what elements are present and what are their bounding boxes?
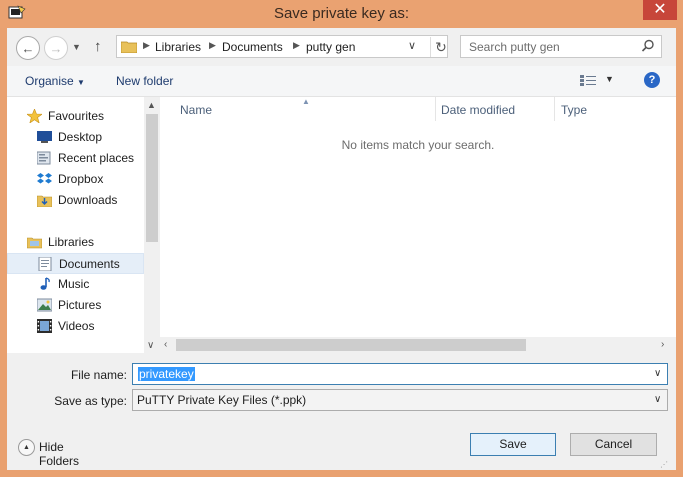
nav-videos-label: Videos	[58, 319, 95, 333]
navigation-pane: Favourites Desktop Recent places Dropbox…	[7, 97, 144, 353]
music-icon	[40, 277, 50, 290]
nav-videos[interactable]: Videos	[7, 316, 144, 337]
filename-label: File name:	[70, 368, 127, 382]
search-placeholder: Search putty gen	[469, 40, 560, 54]
nav-scrollbar-thumb[interactable]	[146, 114, 158, 242]
breadcrumb-documents[interactable]: Documents	[222, 40, 283, 54]
nav-libraries-label: Libraries	[48, 235, 95, 249]
save-as-type-select[interactable]: PuTTY Private Key Files (*.ppk) ∨	[132, 389, 668, 411]
star-icon	[27, 109, 42, 123]
nav-recent-places-label: Recent places	[58, 151, 135, 165]
address-bar[interactable]: ▶ Libraries ▶ Documents ▶ putty gen ∨ ↻	[116, 35, 448, 58]
breadcrumb-putty-gen[interactable]: putty gen	[306, 40, 355, 54]
breadcrumb-libraries[interactable]: Libraries	[155, 40, 201, 54]
nav-favourites-label: Favourites	[48, 109, 105, 123]
file-list[interactable]: ▲ Name Date modified Type No items match…	[160, 97, 676, 353]
chevron-down-icon: ∨	[654, 394, 662, 405]
scroll-right-icon[interactable]: ›	[661, 339, 664, 350]
nav-music[interactable]: Music	[7, 274, 144, 295]
nav-documents[interactable]: Documents	[7, 253, 144, 274]
window-title: Save private key as:	[273, 5, 410, 22]
close-button[interactable]: ✕	[643, 0, 677, 20]
nav-libraries[interactable]: Libraries	[7, 232, 144, 253]
back-button[interactable]: ←	[16, 36, 40, 60]
nav-dropbox[interactable]: Dropbox	[7, 169, 144, 190]
nav-desktop[interactable]: Desktop	[7, 127, 144, 148]
address-dropdown-icon[interactable]: ∨	[408, 39, 416, 52]
chevron-down-icon[interactable]: ∨	[654, 368, 661, 379]
dropbox-icon	[37, 173, 52, 184]
help-icon[interactable]: ?	[644, 72, 660, 88]
breadcrumb-separator-icon: ▶	[143, 40, 150, 50]
column-header-name[interactable]: Name	[180, 103, 212, 117]
nav-downloads[interactable]: Downloads	[7, 190, 144, 211]
pictures-icon	[37, 298, 52, 312]
up-arrow-icon: ↑	[94, 38, 102, 55]
filename-value: privatekey	[138, 367, 195, 381]
libraries-icon	[27, 237, 42, 249]
back-arrow-icon: ←	[21, 40, 35, 56]
nav-pictures-label: Pictures	[58, 298, 102, 312]
forward-arrow-icon: →	[49, 40, 63, 56]
videos-icon	[37, 319, 52, 333]
column-divider[interactable]	[435, 97, 436, 121]
new-folder-button[interactable]: New folder	[116, 74, 173, 88]
organise-menu[interactable]: Organise ▼	[25, 74, 85, 88]
breadcrumb-separator-icon: ▶	[209, 40, 216, 50]
resize-grip-icon[interactable]: ⋰	[660, 460, 668, 469]
folder-icon	[121, 41, 137, 53]
nav-pictures[interactable]: Pictures	[7, 295, 144, 316]
forward-button[interactable]: →	[44, 36, 68, 60]
nav-favourites[interactable]: Favourites	[7, 106, 144, 127]
recent-locations-dropdown[interactable]: ▼	[72, 42, 81, 52]
up-button[interactable]: ↑	[94, 38, 102, 55]
nav-downloads-label: Downloads	[58, 193, 118, 207]
scroll-up-icon[interactable]: ▲	[147, 100, 156, 110]
save-as-type-value: PuTTY Private Key Files (*.ppk)	[137, 393, 307, 407]
scroll-down-icon[interactable]: ∨	[147, 340, 154, 351]
desktop-icon	[37, 131, 52, 143]
empty-folder-message: No items match your search.	[341, 138, 495, 152]
horizontal-scrollbar-thumb[interactable]	[176, 339, 526, 351]
hide-folders-label: Hide Folders	[39, 440, 80, 468]
save-button[interactable]: Save	[470, 433, 556, 456]
downloads-icon	[37, 195, 52, 207]
scroll-left-icon[interactable]: ‹	[164, 339, 167, 350]
chevron-down-icon: ▼	[77, 78, 85, 87]
collapse-up-icon: ▲	[18, 439, 35, 456]
view-dropdown-icon[interactable]: ▼	[605, 74, 614, 84]
column-divider[interactable]	[554, 97, 555, 121]
nav-dropbox-label: Dropbox	[58, 172, 104, 186]
documents-icon	[38, 257, 52, 271]
breadcrumb-separator-icon: ▶	[293, 40, 300, 50]
filename-input[interactable]: privatekey ∨	[132, 363, 668, 385]
cancel-button[interactable]: Cancel	[570, 433, 657, 456]
nav-music-label: Music	[58, 277, 90, 291]
recent-places-icon	[37, 151, 51, 165]
search-icon	[641, 39, 654, 52]
refresh-icon[interactable]: ↻	[430, 37, 451, 57]
sort-ascending-icon: ▲	[302, 97, 310, 106]
column-header-date-modified[interactable]: Date modified	[441, 103, 515, 117]
column-header-type[interactable]: Type	[561, 103, 587, 117]
command-bar: Organise ▼ New folder ▼ ?	[7, 66, 676, 97]
nav-documents-label: Documents	[59, 257, 120, 271]
search-input[interactable]: Search putty gen	[460, 35, 662, 58]
view-options-icon[interactable]	[580, 74, 596, 87]
save-as-type-label: Save as type:	[54, 394, 127, 408]
nav-recent-places[interactable]: Recent places	[7, 148, 144, 169]
organise-label: Organise	[25, 74, 74, 88]
nav-desktop-label: Desktop	[58, 130, 103, 144]
